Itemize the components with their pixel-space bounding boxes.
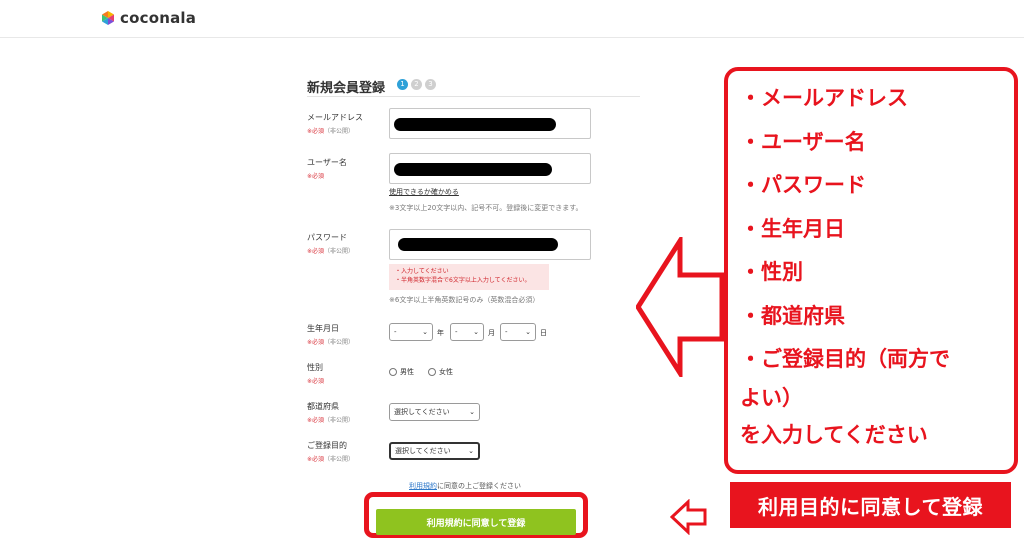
step-indicator: 1 2 3 [397,79,436,90]
prefecture-label: 都道府県 [307,402,339,411]
step-2: 2 [411,79,422,90]
step-3: 3 [425,79,436,90]
gender-male-radio[interactable]: 男性 [389,367,414,377]
username-hint: ※3文字以上20文字以内、記号不可。登録後に変更できます。 [389,204,583,212]
terms-agreement-text: 利用規約に同意の上ご登録ください [409,482,521,490]
gender-female-radio[interactable]: 女性 [428,367,453,377]
email-required-badge: ※必須（非公開） [307,128,355,135]
gender-label: 性別 [307,363,323,372]
prefecture-select[interactable]: 選択してください ⌄ [389,403,480,421]
prefecture-required-badge: ※必須（非公開） [307,417,355,424]
check-username-link[interactable]: 使用できるか確かめる [389,187,459,197]
callout-line: ・ユーザー名 [740,129,866,154]
agree-and-register-button[interactable]: 利用規約に同意して登録 [376,509,576,535]
purpose-label: ご登録目的 [307,441,347,450]
coconala-logo[interactable]: coconala [100,9,196,27]
site-header: coconala [0,0,1024,38]
radio-circle-icon [389,368,397,376]
redaction-mask [394,163,552,176]
password-error-box: ・入力してください ・半角英数字混合で6文字以上入力してください。 [389,264,549,290]
callout-line: を入力してください [740,422,928,447]
chevron-down-icon: ⌄ [525,328,531,336]
month-unit: 月 [488,329,495,337]
username-field[interactable] [389,153,591,184]
logo-icon [102,11,114,25]
purpose-required-badge: ※必須（非公開） [307,456,355,463]
birthdate-label: 生年月日 [307,324,339,333]
password-required-badge: ※必須（非公開） [307,248,355,255]
password-label: パスワード [307,233,347,242]
username-required-badge: ※必須 [307,173,325,180]
instruction-callout: ・メールアドレス ・ユーザー名 ・パスワード ・生年月日 ・性別 ・都道府県 ・… [724,67,1018,474]
callout-line: ・性別 [740,260,803,284]
email-label: メールアドレス [307,113,363,122]
username-label: ユーザー名 [307,158,347,167]
email-field[interactable] [389,108,591,139]
title-divider [307,96,640,97]
callout-line: ・都道府県 [740,303,845,328]
birth-month-select[interactable]: - ⌄ [450,323,484,341]
chevron-down-icon: ⌄ [473,328,479,336]
birthdate-required-badge: ※必須（非公開） [307,339,355,346]
birth-day-select[interactable]: - ⌄ [500,323,536,341]
password-field[interactable] [389,229,591,260]
terms-link[interactable]: 利用規約 [409,482,437,490]
page-title: 新規会員登録 [307,81,386,96]
day-unit: 日 [540,329,547,337]
callout-line: ・メールアドレス [740,86,908,110]
chevron-down-icon: ⌄ [468,447,474,455]
callout-line: ・ご登録目的（両方で [740,347,950,371]
instruction-banner: 利用目的に同意して登録 [730,482,1011,528]
chevron-down-icon: ⌄ [422,328,428,336]
year-unit: 年 [437,329,444,337]
error-message: ・半角英数字混合で6文字以上入力してください。 [395,277,531,284]
redaction-mask [394,118,556,131]
chevron-down-icon: ⌄ [469,408,475,416]
redaction-mask [398,238,558,251]
arrow-left-small-icon [670,499,707,535]
radio-circle-icon [428,368,436,376]
step-1: 1 [397,79,408,90]
callout-line: ・パスワード [740,173,866,197]
purpose-select[interactable]: 選択してください ⌄ [389,442,480,460]
password-hint: ※6文字以上半角英数記号のみ（英数混合必須） [389,296,540,304]
logo-text: coconala [120,9,197,27]
callout-line: ・生年月日 [740,216,845,241]
birth-year-select[interactable]: - ⌄ [389,323,433,341]
callout-line: よい） [740,385,803,410]
arrow-left-icon [636,237,724,377]
error-message: ・入力してください [395,268,449,275]
gender-required-badge: ※必須 [307,378,325,385]
